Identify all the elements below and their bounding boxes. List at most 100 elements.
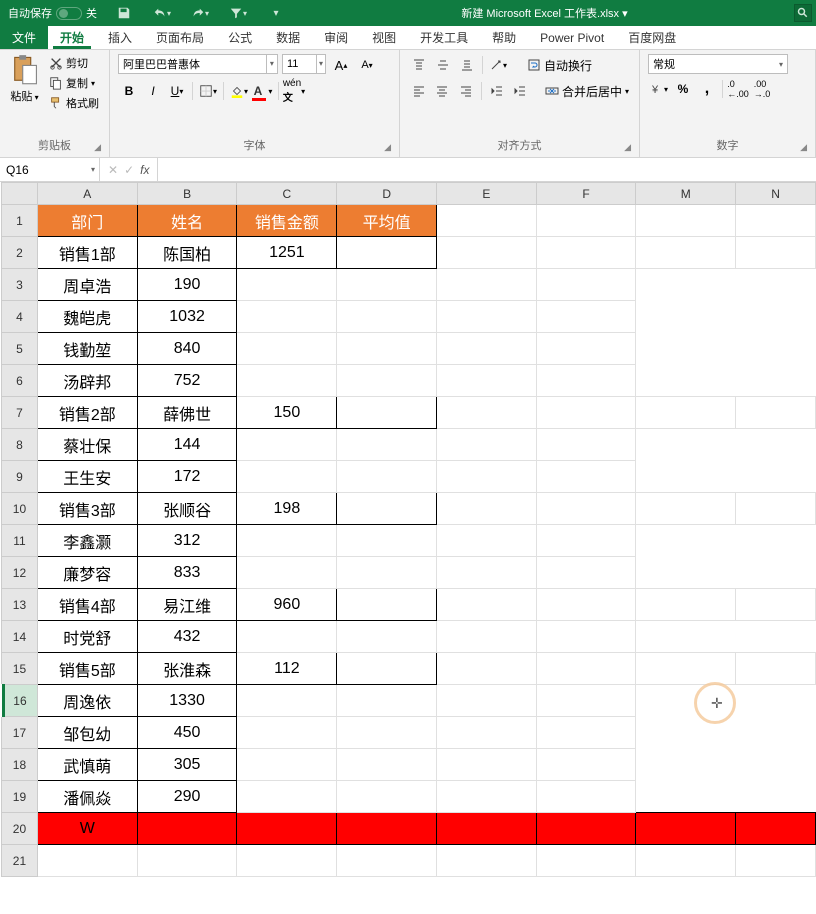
cell-B14[interactable]: 时党舒	[37, 621, 137, 653]
tab-insert[interactable]: 插入	[96, 26, 144, 49]
cell-N2[interactable]	[736, 237, 816, 269]
cell-F17[interactable]	[337, 717, 437, 749]
cell-C12[interactable]: 833	[137, 557, 237, 589]
name-box[interactable]: Q16▾	[0, 158, 100, 181]
cell-E13[interactable]	[437, 589, 537, 621]
cell-F5[interactable]	[337, 333, 437, 365]
cell-N15[interactable]	[736, 653, 816, 685]
cell-M17[interactable]	[437, 717, 537, 749]
cell-A13[interactable]: 销售4部	[37, 589, 137, 621]
cell-B21[interactable]	[137, 845, 237, 877]
decrease-font-icon[interactable]: A▾	[356, 54, 378, 76]
cell-C19[interactable]: 290	[137, 781, 237, 813]
cell-E11[interactable]	[237, 525, 337, 557]
cell-F21[interactable]	[536, 845, 636, 877]
number-format-combo[interactable]: 常规▾	[648, 54, 788, 74]
tab-data[interactable]: 数据	[264, 26, 312, 49]
tab-layout[interactable]: 页面布局	[144, 26, 216, 49]
row-header-2[interactable]: 2	[2, 237, 38, 269]
cell-M7[interactable]	[636, 397, 736, 429]
cancel-formula-icon[interactable]: ✕	[108, 163, 118, 177]
col-header-E[interactable]: E	[437, 183, 537, 205]
cell-F1[interactable]	[536, 205, 636, 237]
cell-C9[interactable]: 172	[137, 461, 237, 493]
cell-B7[interactable]: 薛佛世	[137, 397, 237, 429]
cell-C18[interactable]: 305	[137, 749, 237, 781]
tab-powerpivot[interactable]: Power Pivot	[528, 26, 616, 49]
cell-F13[interactable]	[536, 589, 636, 621]
cell-E12[interactable]	[237, 557, 337, 589]
row-header-19[interactable]: 19	[2, 781, 38, 813]
cell-A7[interactable]: 销售2部	[37, 397, 137, 429]
align-left-icon[interactable]	[408, 80, 430, 102]
cell-C8[interactable]: 144	[137, 429, 237, 461]
cell-C21[interactable]	[237, 845, 337, 877]
cell-C15[interactable]: 112	[237, 653, 337, 685]
cell-E4[interactable]	[237, 301, 337, 333]
formula-input[interactable]	[158, 158, 816, 181]
cell-E20[interactable]	[437, 813, 537, 845]
cell-A15[interactable]: 销售5部	[37, 653, 137, 685]
cell-A21[interactable]	[37, 845, 137, 877]
wrap-text-button[interactable]: 自动换行	[525, 56, 594, 75]
enter-formula-icon[interactable]: ✓	[124, 163, 134, 177]
col-header-B[interactable]: B	[137, 183, 237, 205]
font-launcher-icon[interactable]: ◢	[384, 142, 391, 153]
row-header-11[interactable]: 11	[2, 525, 38, 557]
tab-dev[interactable]: 开发工具	[408, 26, 480, 49]
cell-E1[interactable]	[437, 205, 537, 237]
row-header-8[interactable]: 8	[2, 429, 38, 461]
cell-C3[interactable]: 190	[137, 269, 237, 301]
cell-C2[interactable]: 1251	[237, 237, 337, 269]
row-header-3[interactable]: 3	[2, 269, 38, 301]
align-launcher-icon[interactable]: ◢	[624, 142, 631, 153]
orientation-icon[interactable]: ▾	[487, 54, 509, 76]
cell-F10[interactable]	[536, 493, 636, 525]
bold-button[interactable]: B	[118, 80, 140, 102]
cell-C5[interactable]: 840	[137, 333, 237, 365]
cell-F6[interactable]	[337, 365, 437, 397]
row-header-15[interactable]: 15	[2, 653, 38, 685]
cell-B8[interactable]: 蔡壮保	[37, 429, 137, 461]
cell-E5[interactable]	[237, 333, 337, 365]
row-header-20[interactable]: 20	[2, 813, 38, 845]
cell-F16[interactable]	[337, 685, 437, 717]
cell-E10[interactable]	[437, 493, 537, 525]
tab-view[interactable]: 视图	[360, 26, 408, 49]
cell-E7[interactable]	[437, 397, 537, 429]
decrease-indent-icon[interactable]	[486, 80, 508, 102]
cell-F12[interactable]	[337, 557, 437, 589]
cell-D15[interactable]	[337, 653, 437, 685]
cell-F9[interactable]	[337, 461, 437, 493]
row-header-9[interactable]: 9	[2, 461, 38, 493]
spreadsheet-grid[interactable]: ABCDEFMN1部门姓名销售金额平均值2销售1部陈国柏12513周卓浩1904…	[0, 182, 816, 914]
cell-B13[interactable]: 易江维	[137, 589, 237, 621]
cell-N12[interactable]	[536, 557, 636, 589]
cell-F3[interactable]	[337, 269, 437, 301]
cell-B11[interactable]: 李鑫灏	[37, 525, 137, 557]
cell-B10[interactable]: 张顺谷	[137, 493, 237, 525]
cell-E9[interactable]	[237, 461, 337, 493]
font-size-combo[interactable]: ▾	[282, 54, 326, 74]
cell-B9[interactable]: 王生安	[37, 461, 137, 493]
cell-M15[interactable]	[636, 653, 736, 685]
cell-N7[interactable]	[736, 397, 816, 429]
redo-icon[interactable]: ▾	[189, 2, 211, 24]
tab-formulas[interactable]: 公式	[216, 26, 264, 49]
row-header-14[interactable]: 14	[2, 621, 38, 653]
accounting-format-icon[interactable]: ¥▾	[648, 78, 670, 100]
cell-M5[interactable]	[437, 333, 537, 365]
cell-B15[interactable]: 张淮森	[137, 653, 237, 685]
cell-M10[interactable]	[636, 493, 736, 525]
cell-N14[interactable]	[536, 621, 636, 653]
align-bottom-icon[interactable]	[456, 54, 478, 76]
cell-A10[interactable]: 销售3部	[37, 493, 137, 525]
cell-N13[interactable]	[736, 589, 816, 621]
cell-E21[interactable]	[437, 845, 537, 877]
cell-D7[interactable]	[337, 397, 437, 429]
cell-M19[interactable]	[437, 781, 537, 813]
font-color-button[interactable]: A▾	[252, 80, 274, 102]
cell-M8[interactable]	[437, 429, 537, 461]
format-painter-button[interactable]: 格式刷	[47, 94, 101, 112]
cell-B16[interactable]: 周逸依	[37, 685, 137, 717]
